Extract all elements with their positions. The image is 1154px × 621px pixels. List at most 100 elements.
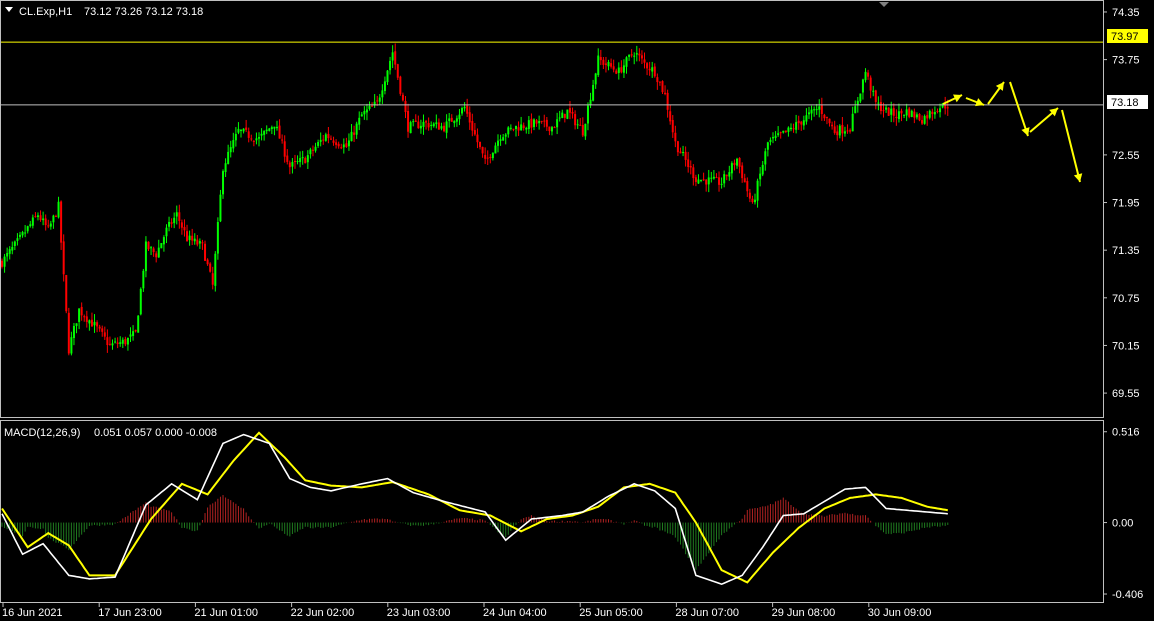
candle-body (21, 232, 24, 236)
candle-body (273, 126, 276, 129)
chart-window[interactable]: 74.35 73.75 72.55 71.95 71.35 70.75 70.15 69.55… (0, 0, 1154, 621)
candle-body (738, 158, 741, 167)
candle-body (702, 179, 705, 181)
candle-body (414, 120, 417, 122)
candle-body (553, 127, 556, 129)
candle-body (540, 120, 543, 122)
projection-arrow-line (1009, 81, 1029, 137)
candle-body (363, 110, 366, 115)
candle-body (342, 144, 345, 148)
candle-body (736, 158, 739, 166)
candle-body (103, 332, 106, 337)
candle-body (823, 114, 826, 119)
candle-body (347, 140, 350, 147)
projection-arrows-layer (942, 81, 1083, 183)
candle-body (707, 177, 710, 185)
candle-body (65, 275, 68, 312)
candle-body (658, 81, 661, 83)
candle-body (689, 166, 692, 168)
macd-panel-border (0, 420, 1104, 603)
candle-body (124, 339, 127, 345)
candle-body (147, 241, 150, 250)
macd-main-line (1, 433, 948, 586)
candle-body (350, 131, 353, 142)
candle-body (8, 249, 11, 254)
candle-body (299, 158, 302, 163)
time-axis: 16 Jun 2021 17 Jun 23:00 21 Jun 01:00 22 Ju… (2, 602, 931, 619)
candle-body (466, 105, 469, 114)
candle-body (892, 108, 895, 116)
candle-body (132, 331, 135, 336)
candle-body (39, 215, 42, 221)
candle-body (792, 128, 795, 130)
candle-body (489, 156, 492, 158)
candle-body (453, 120, 456, 124)
candle-body (813, 109, 816, 111)
candle-body (828, 118, 831, 124)
candle-body (915, 114, 918, 118)
candle-body (463, 106, 466, 109)
candle-body (427, 122, 430, 128)
projection-arrow-head (1073, 173, 1083, 182)
candle-body (227, 151, 230, 165)
time-tick-label: 23 Jun 03:00 (387, 607, 451, 619)
candle-body (378, 97, 381, 102)
candle-body (165, 227, 168, 237)
candle-body (340, 147, 343, 149)
candle-body (887, 107, 890, 116)
candle-body (638, 53, 641, 56)
candle-body (314, 146, 317, 151)
candle-body (630, 54, 633, 56)
chart-menu-triangle-icon[interactable] (5, 7, 13, 12)
candle-body (85, 316, 88, 322)
candle-body (525, 127, 528, 130)
candle-body (599, 57, 602, 61)
candle-body (895, 117, 898, 119)
candle-body (756, 180, 759, 201)
candle-body (360, 114, 363, 117)
candle-body (26, 226, 29, 232)
macd-indicator-label: MACD(12,26,9) (4, 427, 80, 439)
candle-body (746, 181, 749, 192)
candle-body (692, 167, 695, 179)
candle-body (461, 108, 464, 114)
macd-tick-label: -0.406 (1112, 589, 1143, 601)
candle-body (723, 174, 726, 184)
time-tick-label: 16 Jun 2021 (2, 607, 63, 619)
candle-body (437, 122, 440, 130)
candle-body (139, 288, 142, 315)
candle-body (232, 140, 235, 149)
candle-body (676, 141, 679, 153)
candle-body (383, 81, 386, 92)
candle-body (481, 146, 484, 154)
candle-body (160, 243, 163, 249)
candle-body (311, 149, 314, 151)
candle-body (939, 108, 942, 113)
candle-body (807, 112, 810, 115)
candle-body (448, 118, 451, 121)
candle-body (186, 231, 189, 242)
candle-body (96, 322, 99, 327)
candle-body (643, 59, 646, 63)
candle-body (72, 325, 75, 339)
candle-body (419, 125, 422, 129)
candle-body (918, 113, 921, 121)
candle-body (116, 342, 119, 344)
price-tick-label: 72.55 (1112, 150, 1140, 162)
candle-body (371, 105, 374, 107)
candle-body (144, 241, 147, 272)
candle-body (245, 127, 248, 130)
candle-body (831, 124, 834, 127)
candle-body (512, 128, 515, 130)
candle-body (545, 119, 548, 127)
candle-body (741, 165, 744, 179)
candle-body (67, 312, 70, 354)
candle-body (797, 120, 800, 124)
candle-body (301, 157, 304, 159)
candle-body (432, 123, 435, 127)
candle-body (396, 64, 399, 78)
candle-body (921, 120, 924, 124)
candle-body (31, 217, 34, 226)
candle-body (782, 130, 785, 133)
scroll-marker-triangle-icon[interactable] (879, 2, 889, 7)
